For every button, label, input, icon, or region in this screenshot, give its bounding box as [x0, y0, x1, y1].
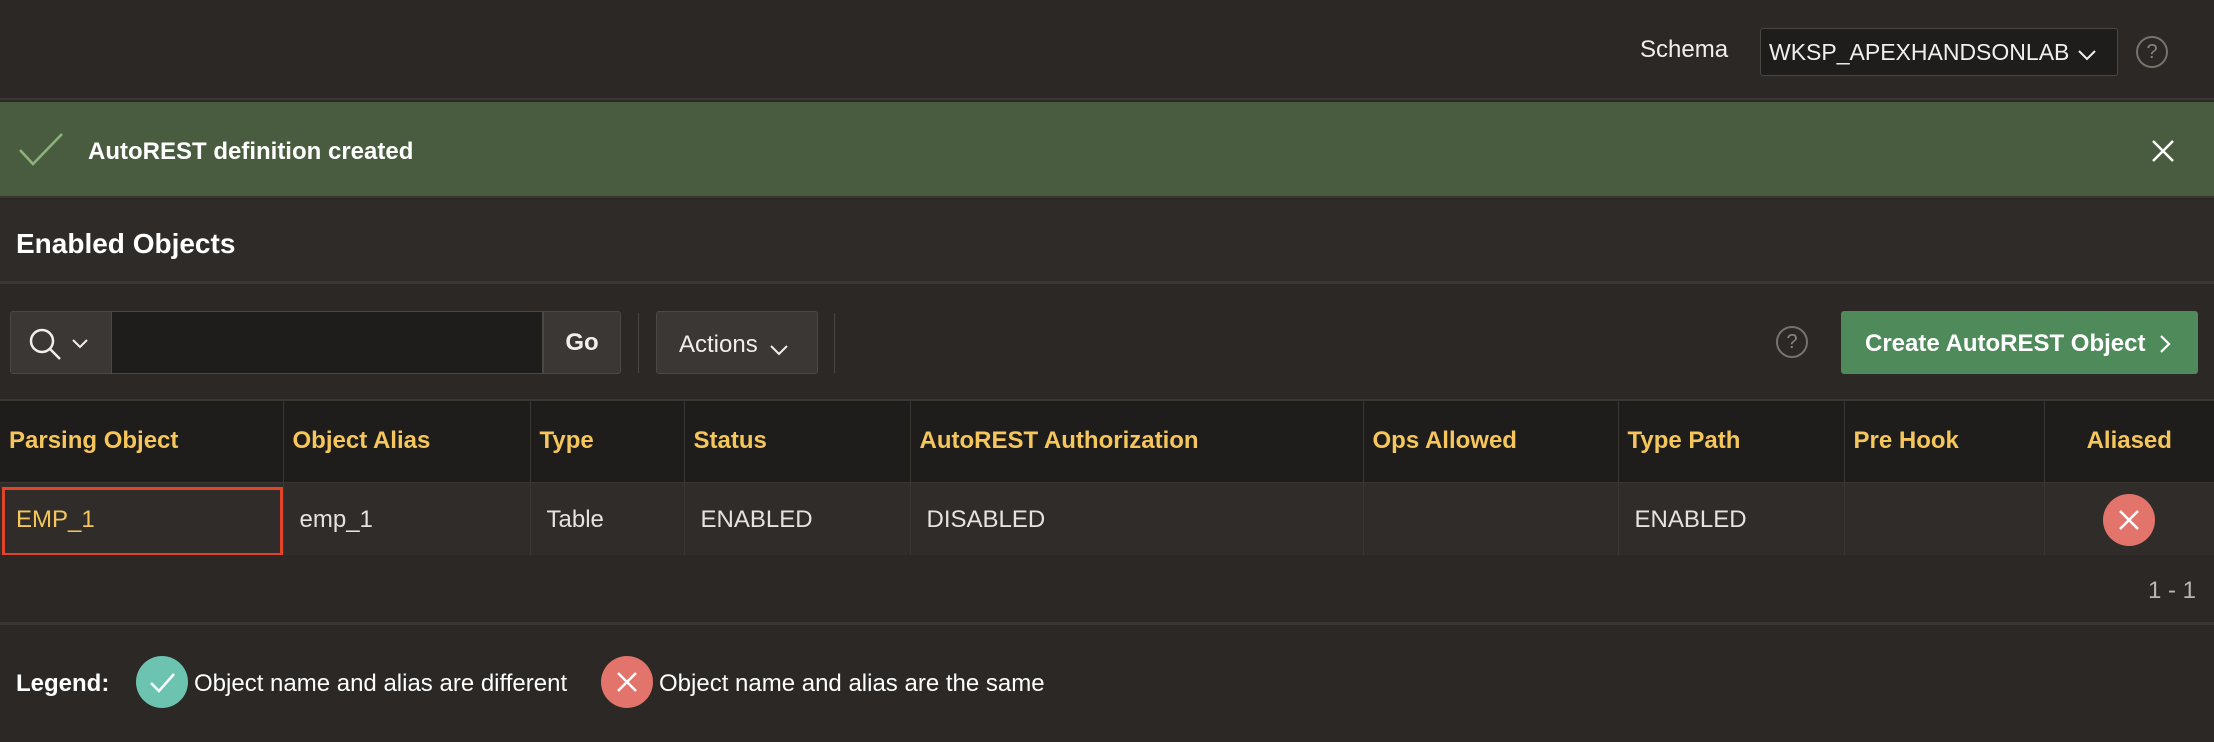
- help-glyph: ?: [1786, 331, 1798, 353]
- type-path-cell: ENABLED: [1618, 482, 1845, 559]
- close-icon[interactable]: [2150, 138, 2176, 169]
- schema-select-value: WKSP_APEXHANDSONLAB: [1769, 39, 2070, 65]
- column-header[interactable]: Aliased: [2044, 399, 2214, 483]
- region-header: Enabled Objects: [0, 200, 2214, 284]
- enabled-objects-table: Parsing Object Object Alias Type Status …: [0, 399, 2214, 559]
- help-icon[interactable]: ?: [2136, 36, 2168, 68]
- ops-allowed-cell: [1363, 482, 1619, 559]
- authorization-cell: DISABLED: [910, 482, 1364, 559]
- create-button-label: Create AutoREST Object: [1865, 330, 2146, 357]
- type-cell: Table: [530, 482, 685, 559]
- column-header[interactable]: Type: [530, 399, 685, 483]
- chevron-down-icon: [769, 336, 789, 364]
- search-column-button[interactable]: [10, 311, 112, 374]
- column-header[interactable]: Type Path: [1618, 399, 1845, 483]
- top-bar: Schema WKSP_APEXHANDSONLAB ?: [0, 0, 2214, 100]
- table-row: EMP_1 emp_1 Table ENABLED DISABLED ENABL…: [0, 482, 2214, 559]
- chevron-down-icon: [72, 339, 88, 349]
- help-icon[interactable]: ?: [1776, 326, 1808, 358]
- parsing-object-link[interactable]: EMP_1: [0, 482, 284, 559]
- pagination-text: 1 - 1: [2147, 577, 2196, 604]
- search-input[interactable]: [112, 311, 543, 374]
- aliased-cell: [2044, 482, 2214, 559]
- x-circle-icon: [601, 656, 653, 708]
- actions-label: Actions: [679, 331, 758, 358]
- search-icon: [29, 328, 61, 360]
- highlight-box: [2, 486, 283, 556]
- schema-select[interactable]: WKSP_APEXHANDSONLAB: [1760, 28, 2118, 76]
- chevron-down-icon: [2077, 41, 2097, 68]
- pre-hook-cell: [1844, 482, 2045, 559]
- legend: Legend: Object name and alias are differ…: [0, 628, 2214, 742]
- status-cell: ENABLED: [684, 482, 911, 559]
- actions-button[interactable]: Actions: [656, 311, 818, 374]
- x-circle-icon: [2103, 494, 2156, 546]
- table-header-row: Parsing Object Object Alias Type Status …: [0, 399, 2214, 483]
- check-circle-icon: [136, 656, 188, 708]
- column-header[interactable]: Ops Allowed: [1363, 399, 1619, 483]
- toolbar-divider: [638, 313, 639, 373]
- report-toolbar: Go Actions ? Create AutoREST Object: [0, 287, 2214, 399]
- schema-label: Schema: [1640, 36, 1729, 63]
- column-header[interactable]: AutoREST Authorization: [910, 399, 1364, 483]
- legend-item-text: Object name and alias are different: [194, 670, 568, 697]
- region-title: Enabled Objects: [16, 228, 236, 259]
- chevron-right-icon: [2158, 333, 2172, 362]
- object-alias-cell: emp_1: [283, 482, 531, 559]
- legend-item-text: Object name and alias are the same: [659, 670, 1045, 697]
- create-autorest-object-button[interactable]: Create AutoREST Object: [1841, 311, 2198, 374]
- column-header[interactable]: Object Alias: [283, 399, 531, 483]
- success-alert: AutoREST definition created: [0, 102, 2214, 198]
- toolbar-divider: [834, 313, 835, 373]
- alert-message: AutoREST definition created: [88, 138, 414, 165]
- column-header[interactable]: Pre Hook: [1844, 399, 2045, 483]
- check-icon: [18, 132, 64, 173]
- legend-label: Legend:: [16, 670, 110, 697]
- column-header[interactable]: Parsing Object: [0, 399, 284, 483]
- go-button[interactable]: Go: [543, 311, 621, 374]
- help-glyph: ?: [2146, 41, 2158, 63]
- column-header[interactable]: Status: [684, 399, 911, 483]
- pagination-bar: 1 - 1: [0, 555, 2214, 625]
